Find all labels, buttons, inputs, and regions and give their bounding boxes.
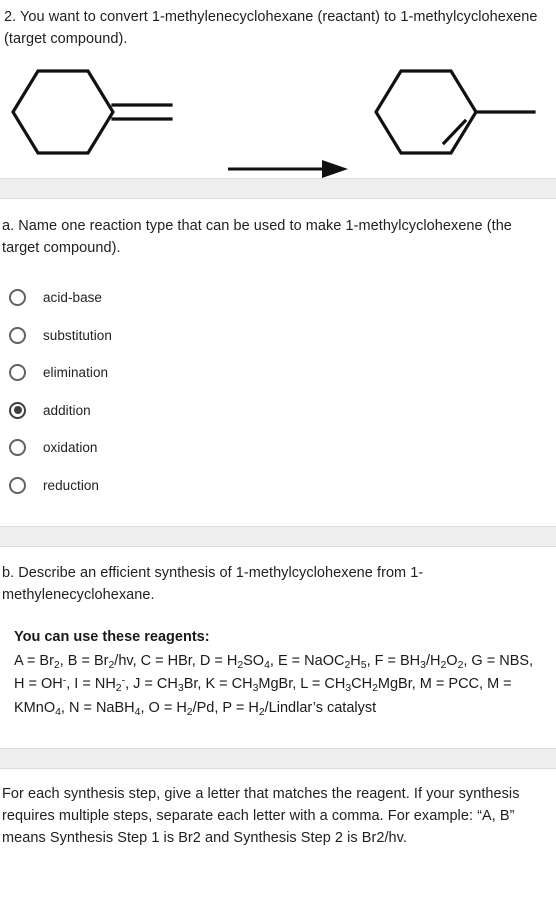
reagents-list-body: A = Br2, B = Br2/hv, C = HBr, D = H2SO4,… [14,652,534,718]
footer-instruction-section: For each synthesis step, give a letter t… [0,769,556,849]
reagents-list-title: You can use these reagents: [14,629,210,645]
radio-oxidation[interactable] [9,439,26,457]
question-prompt-text: 2. You want to convert 1-methylenecycloh… [4,9,538,47]
question-prompt-section: 2. You want to convert 1-methylenecycloh… [0,0,556,50]
option-addition[interactable]: addition [4,392,542,430]
part-a-prompt: a. Name one reaction type that can be us… [2,218,512,256]
reaction-scheme-svg [11,69,536,178]
section-divider-1 [0,178,556,199]
radio-elimination[interactable] [9,364,26,382]
radio-addition[interactable] [9,401,26,419]
product-internal-double-bond-line [441,118,468,146]
radio-substitution[interactable] [9,326,26,344]
option-substitution[interactable]: substitution [4,317,542,355]
radio-reduction[interactable] [9,476,26,494]
reactant-hexagon-ring [11,69,115,155]
part-b-section: b. Describe an efficient synthesis of 1-… [0,547,556,720]
option-oxidation[interactable]: oxidation [4,429,542,467]
option-label-elimination: elimination [43,365,109,381]
section-divider-2 [0,526,556,547]
section-divider-3 [0,748,556,769]
radio-acid-base[interactable] [9,289,26,307]
option-label-reduction: reduction [43,477,99,493]
product-structure-1-methylcyclohexene [374,69,536,155]
reaction-arrow-right [228,160,348,178]
reactant-structure-1-methylenecyclohexane [11,69,173,155]
option-label-addition: addition [43,402,91,418]
option-reduction[interactable]: reduction [4,467,542,505]
reaction-scheme [0,50,556,178]
footer-instruction-text: For each synthesis step, give a letter t… [2,786,520,846]
option-label-substitution: substitution [43,327,112,343]
option-acid-base[interactable]: acid-base [4,279,542,317]
option-label-acid-base: acid-base [43,290,102,306]
quiz-page: 2. You want to convert 1-methylenecycloh… [0,0,556,900]
reagents-list-block: You can use these reagents: A = Br2, B =… [2,626,542,720]
product-hexagon-ring [374,69,478,155]
arrow-head [322,160,348,178]
part-a-section: a. Name one reaction type that can be us… [0,199,556,504]
part-a-options-group[interactable]: acid-base substitution elimination addit… [2,279,542,504]
option-elimination[interactable]: elimination [4,354,542,392]
option-label-oxidation: oxidation [43,440,98,456]
part-b-prompt: b. Describe an efficient synthesis of 1-… [2,565,424,603]
